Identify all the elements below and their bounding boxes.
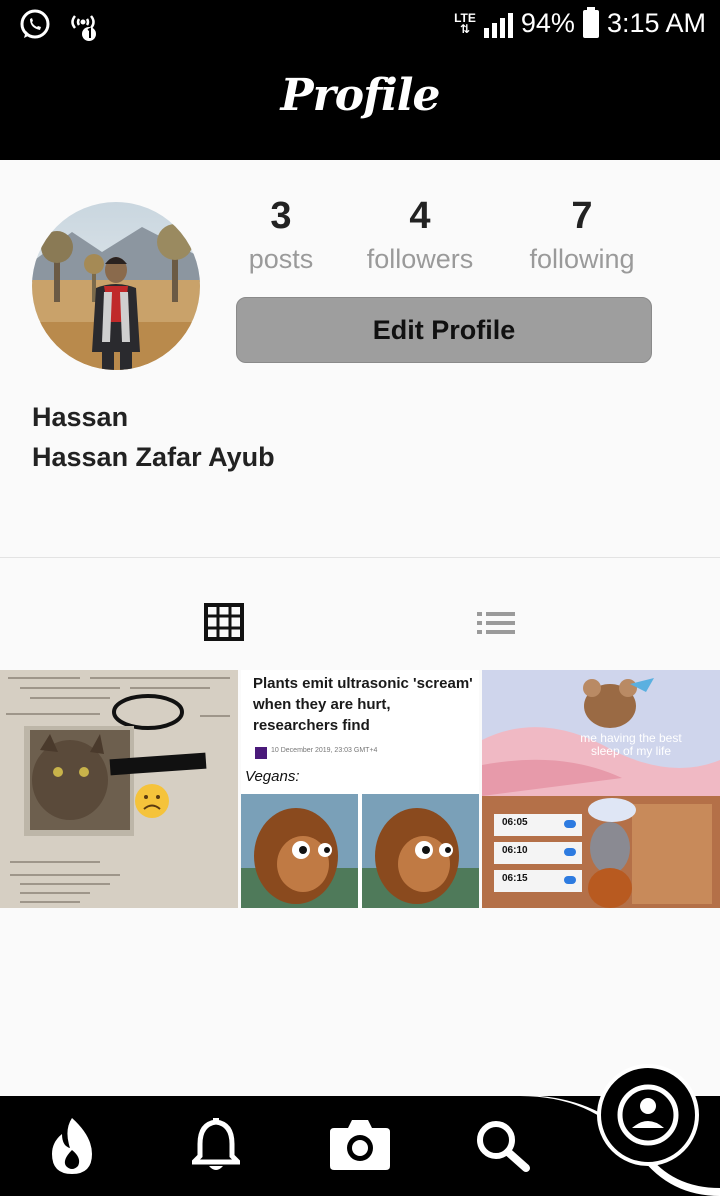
posts-label: posts — [248, 244, 314, 274]
signal-icon — [483, 10, 513, 38]
flame-icon[interactable] — [48, 1116, 96, 1176]
post-3-caption: me having the best sleep of my life — [580, 731, 682, 758]
post-2-headline: Plants emit ultrasonic 'scream' when the… — [253, 675, 473, 734]
post-2-caption: Vegans: — [245, 768, 300, 785]
battery-percent: 94% — [520, 8, 575, 38]
post-thumbnail-3[interactable]: me having the best sleep of my life 06:0… — [482, 670, 720, 908]
stat-followers[interactable]: 4 followers — [345, 193, 495, 279]
post-thumbnail-2[interactable]: Plants emit ultrasonic 'scream' when the… — [241, 670, 479, 908]
alarm-time-1: 06:05 — [502, 817, 528, 828]
status-bar-left — [18, 8, 100, 42]
status-bar: LTE ⇅ 94% 3:15 AM — [0, 0, 720, 50]
page-title: Profile — [280, 70, 441, 121]
stat-following[interactable]: 7 following — [507, 193, 657, 279]
app-header: Profile — [0, 50, 720, 160]
alarm-time-3: 06:15 — [502, 873, 528, 884]
search-icon[interactable] — [474, 1118, 530, 1172]
profile-button[interactable] — [597, 1064, 699, 1166]
post-2-image — [241, 794, 479, 908]
post-1-image — [0, 670, 238, 908]
followers-count: 4 — [409, 195, 431, 237]
status-bar-right: LTE ⇅ 94% 3:15 AM — [454, 6, 706, 39]
edit-profile-button[interactable]: Edit Profile — [236, 297, 652, 363]
username: Hassan — [32, 402, 129, 432]
post-2-meta: 10 December 2019, 23:03 GMT+4 — [271, 747, 378, 754]
hotspot-icon — [71, 15, 96, 41]
post-2-logo — [255, 747, 267, 759]
profile-icon — [617, 1084, 679, 1146]
whatsapp-icon — [20, 9, 50, 39]
following-count: 7 — [571, 195, 593, 237]
list-icon[interactable] — [477, 612, 515, 634]
avatar-photo — [32, 202, 200, 370]
stat-posts[interactable]: 3 posts — [206, 193, 356, 279]
full-name: Hassan Zafar Ayub — [32, 442, 275, 472]
alarm-time-2: 06:10 — [502, 845, 528, 856]
section-divider — [0, 557, 720, 558]
camera-icon[interactable] — [330, 1116, 390, 1170]
grid-icon[interactable] — [204, 603, 244, 641]
post-thumbnail-1[interactable] — [0, 670, 238, 908]
followers-label: followers — [366, 244, 474, 274]
battery-icon — [582, 6, 599, 38]
avatar[interactable] — [32, 202, 200, 370]
bell-icon[interactable] — [192, 1118, 240, 1174]
following-label: following — [529, 244, 635, 274]
posts-count: 3 — [270, 195, 292, 237]
clock: 3:15 AM — [606, 8, 706, 38]
network-type: LTE ⇅ — [454, 10, 476, 36]
